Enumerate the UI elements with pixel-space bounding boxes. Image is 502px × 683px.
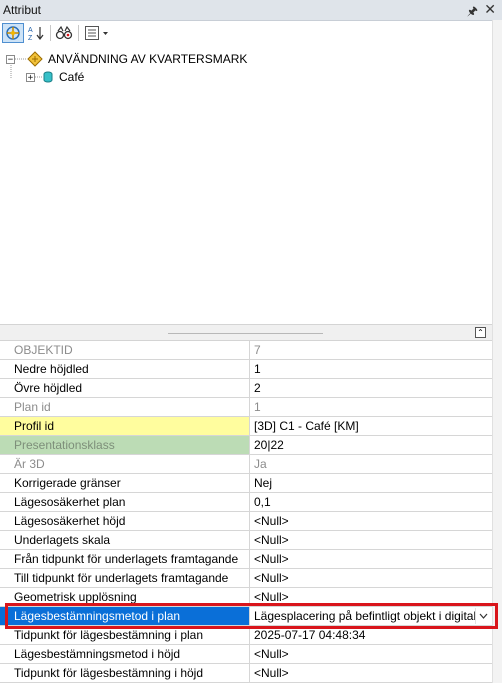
attribute-name: Geometrisk upplösning bbox=[0, 588, 250, 607]
toolbar-separator bbox=[78, 25, 79, 41]
svg-text:A: A bbox=[28, 27, 33, 34]
splitter-grip bbox=[168, 333, 323, 334]
attribute-row[interactable]: Lägesosäkerhet höjd <Null> bbox=[0, 512, 492, 531]
attribute-name: Lägesbestämningsmetod i höjd bbox=[0, 645, 250, 664]
attribute-value[interactable]: <Null> bbox=[250, 645, 492, 664]
attribute-name: Lägesbestämningsmetod i plan bbox=[0, 607, 250, 626]
window-title: Attribut bbox=[3, 3, 42, 17]
attribute-value[interactable]: <Null> bbox=[250, 512, 492, 531]
chevron-down-icon bbox=[479, 613, 487, 619]
attribute-name: Är 3D bbox=[0, 455, 250, 474]
attribute-value[interactable]: <Null> bbox=[250, 664, 492, 683]
attribute-row[interactable]: Plan id 1 bbox=[0, 398, 492, 417]
attribute-row[interactable]: Geometrisk upplösning <Null> bbox=[0, 588, 492, 607]
attribute-value[interactable]: 2025-07-17 04:48:34 bbox=[250, 626, 492, 645]
attribute-value[interactable]: <Null> bbox=[250, 531, 492, 550]
options-dropdown-button[interactable] bbox=[82, 23, 112, 43]
options-menu-icon bbox=[85, 26, 108, 40]
attribute-value: 1 bbox=[250, 398, 492, 417]
attribute-name: Lägesosäkerhet plan bbox=[0, 493, 250, 512]
tree-root-label: ANVÄNDNING AV KVARTERSMARK bbox=[48, 52, 248, 66]
tree-node-cafe[interactable]: + Café bbox=[26, 68, 84, 86]
attribute-value[interactable]: Lägesplacering på befintligt objekt i di… bbox=[250, 607, 492, 626]
attribute-row[interactable]: Underlagets skala <Null> bbox=[0, 531, 492, 550]
toolbar-separator bbox=[50, 25, 51, 41]
attribute-value[interactable]: <Null> bbox=[250, 550, 492, 569]
binoculars-icon bbox=[55, 25, 73, 40]
sort-az-icon: A Z bbox=[28, 27, 44, 41]
layer-list-icon bbox=[6, 26, 20, 40]
attribute-row[interactable]: Profil id [3D] C1 - Café [KM] bbox=[0, 417, 492, 436]
attribute-name: Nedre höjdled bbox=[0, 360, 250, 379]
attribute-row[interactable]: Är 3D Ja bbox=[0, 455, 492, 474]
attribute-name: Övre höjdled bbox=[0, 379, 250, 398]
panel-splitter[interactable]: ⌃ bbox=[0, 324, 492, 341]
attribute-name: Underlagets skala bbox=[0, 531, 250, 550]
tree-child-label: Café bbox=[59, 70, 85, 84]
attribute-row[interactable]: Lägesbestämningsmetod i höjd <Null> bbox=[0, 645, 492, 664]
tree-connector bbox=[35, 76, 43, 78]
attribute-row[interactable]: Tidpunkt för lägesbestämning i höjd <Null… bbox=[0, 664, 492, 683]
attribute-value[interactable]: 20|22 bbox=[250, 436, 492, 455]
tree-node-root[interactable]: − ANVÄNDNING AV KVARTERSMARK bbox=[6, 50, 247, 68]
attribute-value: 7 bbox=[250, 341, 492, 360]
attribute-name: Tidpunkt för lägesbestämning i höjd bbox=[0, 664, 250, 683]
attribute-name: Lägesosäkerhet höjd bbox=[0, 512, 250, 531]
attribute-row[interactable]: OBJEKTID 7 bbox=[0, 341, 492, 360]
attribute-value: Ja bbox=[250, 455, 492, 474]
attribute-row[interactable]: Tidpunkt för lägesbestämning i plan 2025-… bbox=[0, 626, 492, 645]
tree-connector bbox=[10, 63, 12, 79]
attribute-value[interactable]: <Null> bbox=[250, 588, 492, 607]
attribute-value[interactable]: Nej bbox=[250, 474, 492, 493]
toolbar: A Z bbox=[0, 21, 502, 47]
attribute-value[interactable]: 2 bbox=[250, 379, 492, 398]
vertical-scrollbar[interactable] bbox=[492, 20, 502, 683]
attribute-value[interactable]: 1 bbox=[250, 360, 492, 379]
find-button[interactable] bbox=[54, 23, 74, 43]
attribute-row[interactable]: Till tidpunkt för underlagets framtagand… bbox=[0, 569, 492, 588]
attribute-name: Korrigerade gränser bbox=[0, 474, 250, 493]
attribute-name: Profil id bbox=[0, 417, 250, 436]
attribute-name: OBJEKTID bbox=[0, 341, 250, 360]
attribute-value[interactable]: [3D] C1 - Café [KM] bbox=[250, 417, 492, 436]
attribute-row[interactable]: Från tidpunkt för underlagets framtagand… bbox=[0, 550, 492, 569]
attribute-name: Plan id bbox=[0, 398, 250, 417]
feature-database-icon bbox=[43, 71, 53, 83]
svg-text:Z: Z bbox=[28, 35, 33, 41]
attribute-row[interactable]: Övre höjdled 2 bbox=[0, 379, 492, 398]
value-dropdown-button[interactable] bbox=[475, 608, 490, 624]
collapse-panel-button[interactable]: ⌃ bbox=[475, 327, 486, 338]
attribute-name: Tidpunkt för lägesbestämning i plan bbox=[0, 626, 250, 645]
attribute-row[interactable]: Korrigerade gränser Nej bbox=[0, 474, 492, 493]
attribute-name: Presentationsklass bbox=[0, 436, 250, 455]
attribute-name: Från tidpunkt för underlagets framtagand… bbox=[0, 550, 250, 569]
attribute-row[interactable]: Lägesbestämningsmetod i plan Lägesplaceri… bbox=[0, 607, 492, 626]
attribute-row[interactable]: Presentationsklass 20|22 bbox=[0, 436, 492, 455]
window-titlebar: Attribut 🖈 ✕ bbox=[0, 0, 502, 21]
list-by-layer-button[interactable] bbox=[2, 23, 24, 43]
attribute-row[interactable]: Lägesosäkerhet plan 0,1 bbox=[0, 493, 492, 512]
tree-connector bbox=[15, 58, 27, 60]
attribute-value[interactable]: 0,1 bbox=[250, 493, 492, 512]
sort-az-button[interactable]: A Z bbox=[27, 23, 47, 43]
pin-icon[interactable]: 🖈 bbox=[467, 2, 478, 23]
attribute-value[interactable]: <Null> bbox=[250, 569, 492, 588]
attribute-name: Till tidpunkt för underlagets framtagand… bbox=[0, 569, 250, 588]
attribute-row[interactable]: Nedre höjdled 1 bbox=[0, 360, 492, 379]
expand-toggle[interactable]: + bbox=[26, 72, 35, 82]
layer-diamond-icon bbox=[27, 51, 43, 67]
close-icon[interactable]: ✕ bbox=[484, 1, 496, 18]
